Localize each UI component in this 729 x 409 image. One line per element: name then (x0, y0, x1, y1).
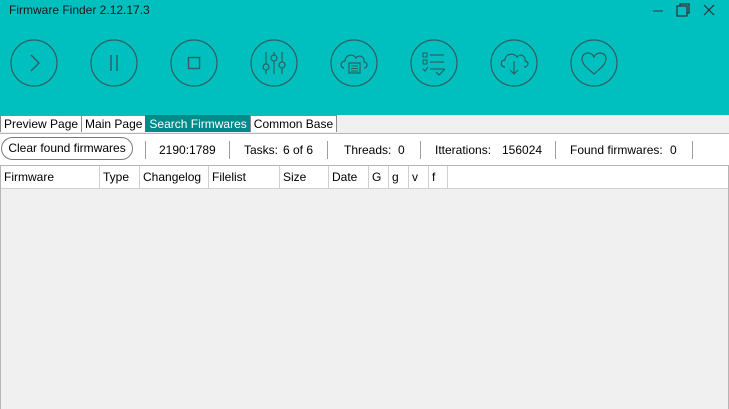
cloud-document-icon (330, 39, 378, 87)
found-firmwares-value: 0 (670, 143, 677, 157)
column-header-g-upper[interactable]: G (369, 166, 389, 188)
column-header-size[interactable]: Size (280, 166, 329, 188)
close-icon[interactable] (697, 0, 721, 20)
separator (555, 141, 556, 159)
play-button[interactable] (10, 39, 58, 87)
tab-main-page[interactable]: Main Page (81, 115, 147, 132)
tab-bar: Preview Page Main Page Search Firmwares … (0, 115, 338, 132)
stop-icon (170, 39, 218, 87)
firmware-table[interactable]: Firmware Type Changelog Filelist Size Da… (0, 165, 729, 409)
status-bar: Clear found firmwares 2190:1789 Tasks: 6… (0, 133, 729, 165)
tab-preview-page[interactable]: Preview Page (0, 115, 83, 132)
separator (229, 141, 230, 159)
tasks-label: Tasks: (244, 143, 279, 157)
threads-label: Threads: (344, 143, 392, 157)
threads-value: 0 (398, 143, 405, 157)
column-header-f[interactable]: f (429, 166, 448, 188)
title-bar: Firmware Finder 2.12.17.3 (0, 0, 729, 115)
column-header-v[interactable]: v (409, 166, 429, 188)
heart-icon (570, 39, 618, 87)
restore-icon[interactable] (671, 0, 695, 20)
stop-button[interactable] (170, 39, 218, 87)
window-title: Firmware Finder 2.12.17.3 (9, 3, 150, 17)
iterations-label: Itterations: (435, 143, 492, 157)
favorite-button[interactable] (570, 39, 618, 87)
column-header-type[interactable]: Type (100, 166, 140, 188)
tab-common-base[interactable]: Common Base (249, 115, 338, 132)
separator (420, 141, 421, 159)
minimize-icon[interactable] (646, 0, 670, 20)
column-header-filelist[interactable]: Filelist (209, 166, 280, 188)
column-header-firmware[interactable]: Firmware (1, 166, 100, 188)
column-header-g-lower[interactable]: g (389, 166, 409, 188)
sliders-icon (250, 39, 298, 87)
cloud-document-button[interactable] (330, 39, 378, 87)
tasks-value: 6 of 6 (283, 143, 314, 157)
column-header-changelog[interactable]: Changelog (140, 166, 209, 188)
pause-icon (90, 39, 138, 87)
cloud-download-icon (490, 39, 538, 87)
table-header: Firmware Type Changelog Filelist Size Da… (1, 166, 728, 189)
found-firmwares-label: Found firmwares: (570, 143, 663, 157)
checklist-icon (410, 39, 458, 87)
settings-button[interactable] (250, 39, 298, 87)
iterations-value: 156024 (502, 143, 543, 157)
separator (327, 141, 328, 159)
play-icon (10, 39, 58, 87)
pause-button[interactable] (90, 39, 138, 87)
tab-search-firmwares[interactable]: Search Firmwares (145, 115, 251, 132)
separator (145, 141, 146, 159)
column-header-date[interactable]: Date (329, 166, 369, 188)
cloud-download-button[interactable] (490, 39, 538, 87)
clear-found-firmwares-button[interactable]: Clear found firmwares (1, 137, 133, 160)
separator (692, 141, 693, 159)
progress-counter: 2190:1789 (159, 143, 216, 157)
checklist-button[interactable] (410, 39, 458, 87)
